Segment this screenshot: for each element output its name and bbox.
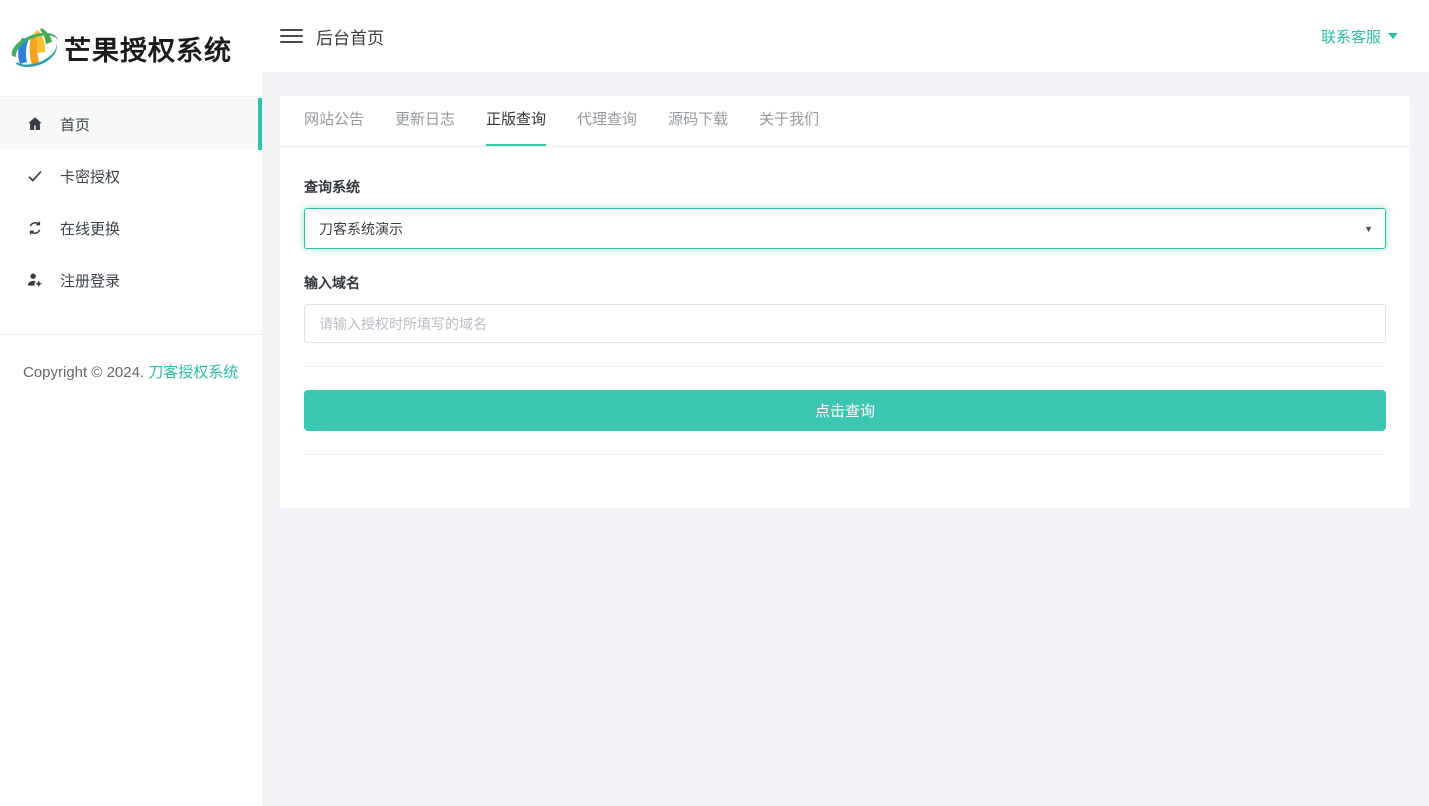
page-title: 后台首页 (316, 28, 384, 48)
mango-logo-icon (11, 28, 58, 67)
caret-down-icon (1388, 33, 1398, 39)
sidebar-item-register-login[interactable]: 注册登录 (0, 254, 262, 306)
check-icon (25, 166, 45, 186)
domain-input-label: 输入域名 (304, 275, 360, 291)
contact-support-dropdown[interactable]: 联系客服 (1321, 26, 1398, 47)
app-layout: 芒果授权系统 首页 卡密授权 在线更换 注册登录 Copyright © 202… (0, 0, 1429, 806)
tab-genuine-query[interactable]: 正版查询 (486, 96, 547, 146)
query-card: 网站公告 更新日志 正版查询 代理查询 源码下载 关于我们 查询系统 刀客系统演… (280, 96, 1410, 508)
hamburger-menu-icon[interactable] (280, 25, 303, 47)
query-form: 查询系统 刀客系统演示 ▼ 输入域名 点击查询 (280, 147, 1410, 508)
system-select-label: 查询系统 (304, 179, 360, 195)
user-gear-icon (25, 270, 45, 290)
copyright-text: Copyright © 2024. (23, 364, 145, 381)
sidebar-item-online-change[interactable]: 在线更换 (0, 202, 262, 254)
query-submit-button[interactable]: 点击查询 (304, 390, 1386, 431)
system-select-wrap: 刀客系统演示 ▼ (304, 208, 1386, 249)
sidebar-item-label: 注册登录 (60, 272, 121, 290)
sidebar-item-home[interactable]: 首页 (0, 98, 262, 150)
contact-support-label: 联系客服 (1320, 28, 1381, 46)
copyright: Copyright © 2024. 刀客授权系统 (0, 335, 262, 382)
tab-about-us[interactable]: 关于我们 (759, 96, 819, 146)
sidebar-nav: 首页 卡密授权 在线更换 注册登录 (0, 98, 262, 306)
tab-update-log[interactable]: 更新日志 (395, 96, 455, 146)
sidebar: 芒果授权系统 首页 卡密授权 在线更换 注册登录 Copyright © 202… (0, 0, 262, 806)
sidebar-item-label: 在线更换 (60, 220, 121, 238)
sidebar-item-label: 卡密授权 (60, 168, 121, 186)
home-icon (25, 114, 45, 134)
domain-field-group: 输入域名 (304, 273, 1386, 343)
sidebar-item-label: 首页 (60, 116, 91, 134)
divider-above-button (304, 366, 1386, 367)
sync-icon (25, 218, 45, 238)
tab-source-download[interactable]: 源码下载 (668, 96, 728, 146)
sidebar-item-card-auth[interactable]: 卡密授权 (0, 150, 262, 202)
tab-bar: 网站公告 更新日志 正版查询 代理查询 源码下载 关于我们 (280, 96, 1410, 147)
copyright-link[interactable]: 刀客授权系统 (148, 364, 238, 381)
topbar: 后台首页 联系客服 (262, 0, 1429, 72)
main-area: 后台首页 联系客服 网站公告 更新日志 正版查询 代理查询 源码下载 关于我们 … (262, 0, 1429, 806)
content: 网站公告 更新日志 正版查询 代理查询 源码下载 关于我们 查询系统 刀客系统演… (262, 72, 1429, 508)
logo-area: 芒果授权系统 (0, 0, 262, 97)
tab-site-notice[interactable]: 网站公告 (304, 96, 364, 146)
system-select[interactable]: 刀客系统演示 (304, 208, 1386, 249)
app-title: 芒果授权系统 (64, 35, 232, 67)
domain-input[interactable] (304, 304, 1386, 343)
divider-below-button (304, 454, 1386, 455)
tab-agent-query[interactable]: 代理查询 (577, 96, 637, 146)
